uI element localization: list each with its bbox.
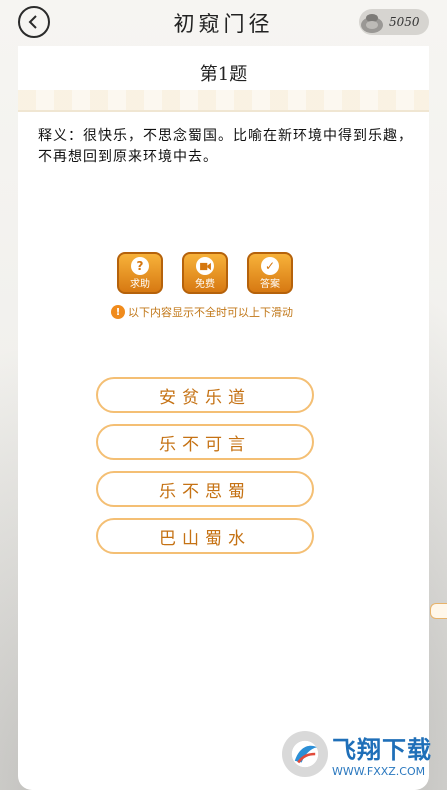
option-2[interactable]: 乐不可言 (96, 424, 314, 460)
watermark-name: 飞翔下载 (332, 736, 432, 764)
option-4[interactable]: 巴山蜀水 (96, 518, 314, 554)
help-label: 求助 (130, 279, 150, 290)
cloud-pattern (18, 90, 429, 110)
watermark-url: WWW.FXXZ.COM (332, 765, 426, 778)
question-header: 第1题 (18, 46, 429, 112)
check-icon: ✓ (261, 257, 279, 275)
video-icon (196, 257, 214, 275)
definition-text: 释义：很快乐，不思念蜀国。比喻在新环境中得到乐趣，不再想回到原来环境中去。 (38, 128, 413, 165)
header: 初窥门径 5050 (0, 0, 447, 46)
option-1[interactable]: 安贫乐道 (96, 377, 314, 413)
free-button[interactable]: 免费 (182, 252, 228, 294)
coin-count: 5050 (389, 15, 420, 29)
side-handle[interactable] (430, 603, 447, 619)
answer-button[interactable]: ✓ 答案 (247, 252, 293, 294)
scroll-hint: ! 以下内容显示不全时可以上下滑动 (111, 303, 293, 321)
free-label: 免费 (195, 279, 215, 290)
coin-balance: 5050 (359, 9, 429, 35)
question-number: 第1题 (199, 64, 248, 85)
hint-text: 以下内容显示不全时可以上下滑动 (128, 306, 293, 319)
watermark: 飞翔下载 WWW.FXXZ.COM (282, 728, 432, 780)
info-icon: ! (111, 305, 125, 319)
help-button[interactable]: ? 求助 (117, 252, 163, 294)
watermark-logo-icon (282, 731, 328, 777)
option-3[interactable]: 乐不思蜀 (96, 471, 314, 507)
question-icon: ? (131, 257, 149, 275)
coin-bag-icon (361, 14, 383, 33)
question-card: 第1题 释义：很快乐，不思念蜀国。比喻在新环境中得到乐趣，不再想回到原来环境中去… (18, 46, 429, 790)
answer-label: 答案 (260, 279, 280, 290)
action-buttons: ? 求助 免费 ✓ 答案 (117, 252, 293, 298)
